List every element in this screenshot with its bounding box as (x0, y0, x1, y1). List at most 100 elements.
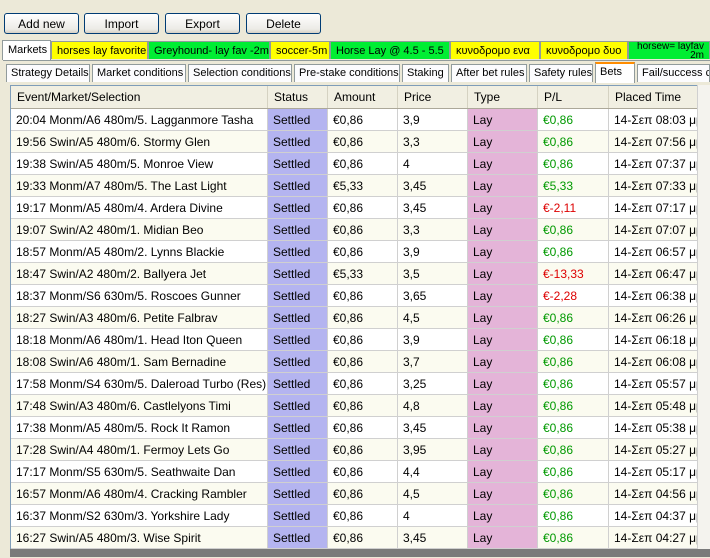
cell-type: Lay (468, 109, 538, 131)
cell-placed-time: 14-Σεπ 05:38 μμ (609, 417, 710, 439)
cell-price: 3,45 (398, 175, 468, 197)
cell-type: Lay (468, 197, 538, 219)
column-header-placed-time[interactable]: Placed Time (609, 86, 710, 108)
cell-placed-time: 14-Σεπ 05:27 μμ (609, 439, 710, 461)
table-row[interactable]: 20:04 Monm/A6 480m/5. Lagganmore Tasha Se… (11, 109, 710, 131)
vertical-scrollbar[interactable] (697, 85, 710, 551)
tab-soccer-5m[interactable]: soccer-5m (270, 41, 330, 59)
table-row[interactable]: 18:27 Swin/A3 480m/6. Petite Falbrav Sett… (11, 307, 710, 329)
tab-safety-rules[interactable]: Safety rules (529, 64, 593, 82)
cell-status: Settled (268, 153, 328, 175)
tab-kynodromo-ena[interactable]: κυνοδρομο ενα (450, 41, 540, 59)
table-row[interactable]: 19:17 Monm/A5 480m/4. Ardera Divine Settl… (11, 197, 710, 219)
column-header-price[interactable]: Price (398, 86, 468, 108)
cell-type: Lay (468, 461, 538, 483)
cell-event: 18:37 Monm/S6 630m/5. Roscoes Gunner (11, 285, 268, 307)
cell-event: 19:56 Swin/A5 480m/6. Stormy Glen (11, 131, 268, 153)
cell-price: 3,25 (398, 373, 468, 395)
tab-greyhound-lay-fav[interactable]: Greyhound- lay fav -2m (148, 41, 270, 59)
cell-placed-time: 14-Σεπ 05:57 μμ (609, 373, 710, 395)
cell-amount: €0,86 (328, 439, 398, 461)
cell-type: Lay (468, 263, 538, 285)
export-button[interactable]: Export (165, 13, 240, 34)
table-row[interactable]: 18:37 Monm/S6 630m/5. Roscoes Gunner Sett… (11, 285, 710, 307)
cell-pl: €0,86 (538, 219, 609, 241)
cell-amount: €0,86 (328, 395, 398, 417)
cell-status: Settled (268, 197, 328, 219)
tab-after-bet-rules[interactable]: After bet rules (451, 64, 527, 82)
column-header-amount[interactable]: Amount (328, 86, 398, 108)
cell-price: 3,95 (398, 439, 468, 461)
tab-selection-conditions[interactable]: Selection conditions (188, 64, 292, 82)
column-header-event[interactable]: Event/Market/Selection (11, 86, 268, 108)
cell-type: Lay (468, 483, 538, 505)
tab-staking[interactable]: Staking (402, 64, 449, 82)
table-row[interactable]: 17:48 Swin/A3 480m/6. Castlelyons Timi Se… (11, 395, 710, 417)
table-row[interactable]: 17:58 Monm/S4 630m/5. Daleroad Turbo (Re… (11, 373, 710, 395)
cell-status: Settled (268, 527, 328, 549)
cell-amount: €0,86 (328, 351, 398, 373)
cell-amount: €0,86 (328, 373, 398, 395)
cell-amount: €0,86 (328, 241, 398, 263)
cell-type: Lay (468, 505, 538, 527)
table-row[interactable]: 19:56 Swin/A5 480m/6. Stormy Glen Settled… (11, 131, 710, 153)
cell-event: 16:27 Swin/A5 480m/3. Wise Spirit (11, 527, 268, 549)
cell-event: 16:57 Monm/A6 480m/4. Cracking Rambler (11, 483, 268, 505)
import-button[interactable]: Import (84, 13, 159, 34)
table-row[interactable]: 18:08 Swin/A6 480m/1. Sam Bernadine Settl… (11, 351, 710, 373)
table-row[interactable]: 19:33 Monm/A7 480m/5. The Last Light Sett… (11, 175, 710, 197)
cell-pl: €0,86 (538, 461, 609, 483)
strategy-tab-strip: Strategy Details Market conditions Selec… (0, 62, 710, 83)
cell-event: 18:27 Swin/A3 480m/6. Petite Falbrav (11, 307, 268, 329)
cell-status: Settled (268, 417, 328, 439)
tab-horsew-layfav[interactable]: horsew= layfav 2m (628, 41, 710, 59)
tab-fail-success-conditions[interactable]: Fail/success conditions (637, 64, 710, 82)
cell-status: Settled (268, 241, 328, 263)
delete-button[interactable]: Delete (246, 13, 321, 34)
cell-pl: €0,86 (538, 307, 609, 329)
tab-market-conditions[interactable]: Market conditions (92, 64, 186, 82)
tab-horse-lay-range[interactable]: Horse Lay @ 4.5 - 5.5 (330, 41, 450, 59)
table-row[interactable]: 16:57 Monm/A6 480m/4. Cracking Rambler Se… (11, 483, 710, 505)
cell-amount: €0,86 (328, 417, 398, 439)
cell-amount: €0,86 (328, 505, 398, 527)
cell-type: Lay (468, 241, 538, 263)
cell-pl: €0,86 (538, 417, 609, 439)
cell-amount: €0,86 (328, 527, 398, 549)
cell-price: 4,8 (398, 395, 468, 417)
table-row[interactable]: 17:28 Swin/A4 480m/1. Fermoy Lets Go Sett… (11, 439, 710, 461)
table-row[interactable]: 18:47 Swin/A2 480m/2. Ballyera Jet Settle… (11, 263, 710, 285)
table-row[interactable]: 16:37 Monm/S2 630m/3. Yorkshire Lady Sett… (11, 505, 710, 527)
table-row[interactable]: 17:17 Monm/S5 630m/5. Seathwaite Dan Sett… (11, 461, 710, 483)
table-row[interactable]: 17:38 Monm/A5 480m/5. Rock It Ramon Settl… (11, 417, 710, 439)
column-header-status[interactable]: Status (268, 86, 328, 108)
add-new-button[interactable]: Add new (4, 13, 79, 34)
cell-status: Settled (268, 461, 328, 483)
tab-bets[interactable]: Bets (595, 62, 635, 83)
cell-pl: €0,86 (538, 505, 609, 527)
tab-strategy-details[interactable]: Strategy Details (6, 64, 90, 82)
tab-kynodromo-dyo[interactable]: κυνοδρομο δυο (540, 41, 628, 59)
cell-type: Lay (468, 307, 538, 329)
cell-pl: €-13,33 (538, 263, 609, 285)
table-row[interactable]: 18:18 Monm/A6 480m/1. Head Iton Queen Set… (11, 329, 710, 351)
tab-horses-lay-favorite[interactable]: horses lay favorite (51, 41, 148, 59)
cell-amount: €5,33 (328, 175, 398, 197)
cell-amount: €0,86 (328, 461, 398, 483)
market-tab-strip: Markets horses lay favorite Greyhound- l… (0, 40, 710, 60)
cell-type: Lay (468, 285, 538, 307)
table-row[interactable]: 18:57 Monm/A5 480m/2. Lynns Blackie Settl… (11, 241, 710, 263)
column-header-type[interactable]: Type (468, 86, 538, 108)
cell-pl: €0,86 (538, 527, 609, 549)
table-row[interactable]: 19:38 Swin/A5 480m/5. Monroe View Settled… (11, 153, 710, 175)
horizontal-scrollbar[interactable] (10, 549, 710, 557)
cell-type: Lay (468, 439, 538, 461)
cell-placed-time: 14-Σεπ 06:38 μμ (609, 285, 710, 307)
cell-event: 19:33 Monm/A7 480m/5. The Last Light (11, 175, 268, 197)
cell-pl: €0,86 (538, 439, 609, 461)
table-row[interactable]: 16:27 Swin/A5 480m/3. Wise Spirit Settled… (11, 527, 710, 549)
table-row[interactable]: 19:07 Swin/A2 480m/1. Midian Beo Settled €… (11, 219, 710, 241)
column-header-pl[interactable]: P/L (538, 86, 609, 108)
tab-markets[interactable]: Markets (2, 40, 51, 60)
tab-pre-stake-conditions[interactable]: Pre-stake conditions (294, 64, 400, 82)
